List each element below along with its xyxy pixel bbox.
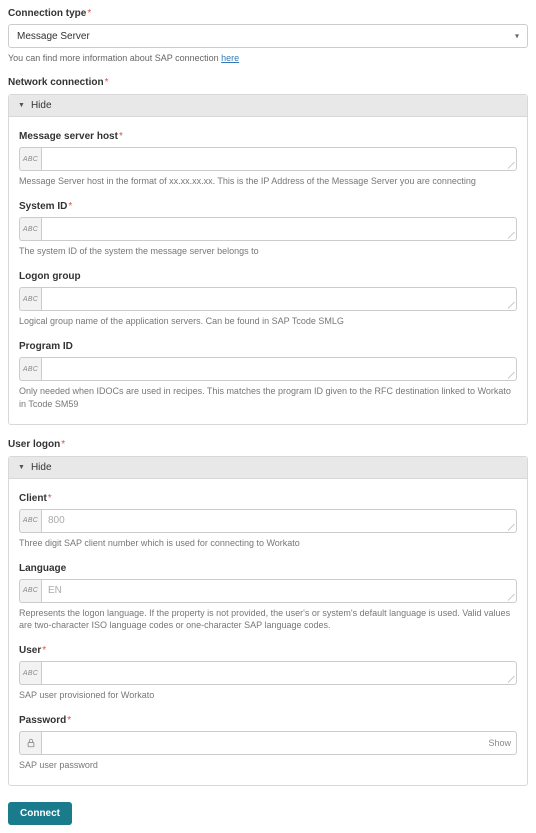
logon-group-help: Logical group name of the application se… xyxy=(19,315,517,327)
system-id-input[interactable] xyxy=(41,217,517,241)
text-type-icon: ABC xyxy=(19,217,41,241)
chevron-down-icon: ▾ xyxy=(515,32,519,41)
connect-button[interactable]: Connect xyxy=(8,802,72,825)
connection-type-value: Message Server xyxy=(17,31,90,42)
user-label: User* xyxy=(19,645,517,656)
collapse-icon: ▼ xyxy=(18,102,25,109)
client-input[interactable] xyxy=(41,509,517,533)
language-help: Represents the logon language. If the pr… xyxy=(19,607,517,631)
system-id-label: System ID* xyxy=(19,201,517,212)
logon-group-input[interactable] xyxy=(41,287,517,311)
password-help: SAP user password xyxy=(19,759,517,771)
program-id-label: Program ID xyxy=(19,341,517,352)
network-section-toggle[interactable]: ▼ Hide xyxy=(9,95,527,117)
user-logon-section-label: User logon* xyxy=(8,439,528,450)
user-help: SAP user provisioned for Workato xyxy=(19,689,517,701)
network-section-label: Network connection* xyxy=(8,77,528,88)
user-input[interactable] xyxy=(41,661,517,685)
collapse-icon: ▼ xyxy=(18,464,25,471)
client-help: Three digit SAP client number which is u… xyxy=(19,537,517,549)
logon-group-label: Logon group xyxy=(19,271,517,282)
text-type-icon: ABC xyxy=(19,509,41,533)
user-logon-section-toggle[interactable]: ▼ Hide xyxy=(9,457,527,479)
text-type-icon: ABC xyxy=(19,661,41,685)
text-type-icon: ABC xyxy=(19,287,41,311)
text-type-icon: ABC xyxy=(19,579,41,603)
message-host-help: Message Server host in the format of xx.… xyxy=(19,175,517,187)
show-password-toggle[interactable]: Show xyxy=(488,738,511,748)
password-label: Password* xyxy=(19,715,517,726)
connection-type-label: Connection type* xyxy=(8,8,528,19)
message-host-label: Message server host* xyxy=(19,131,517,142)
language-label: Language xyxy=(19,563,517,574)
connection-type-info: You can find more information about SAP … xyxy=(8,53,528,63)
program-id-help: Only needed when IDOCs are used in recip… xyxy=(19,385,517,409)
info-link[interactable]: here xyxy=(221,53,239,63)
text-type-icon: ABC xyxy=(19,357,41,381)
connection-type-select[interactable]: Message Server ▾ xyxy=(8,24,528,48)
program-id-input[interactable] xyxy=(41,357,517,381)
text-type-icon: ABC xyxy=(19,147,41,171)
client-label: Client* xyxy=(19,493,517,504)
message-host-input[interactable] xyxy=(41,147,517,171)
system-id-help: The system ID of the system the message … xyxy=(19,245,517,257)
language-input[interactable] xyxy=(41,579,517,603)
